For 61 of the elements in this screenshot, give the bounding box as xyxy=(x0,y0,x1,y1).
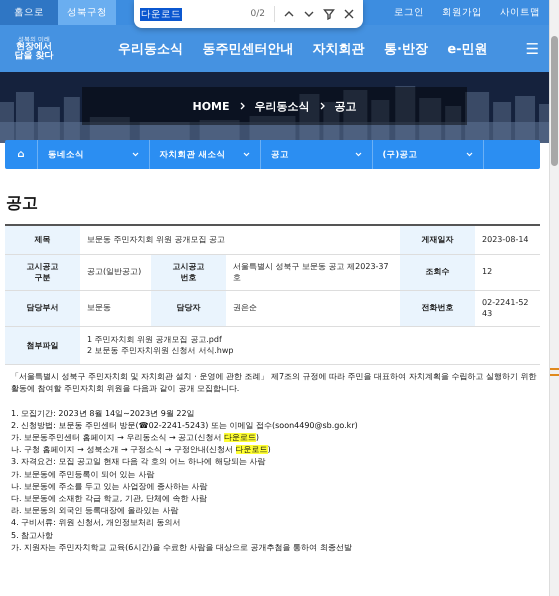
close-icon[interactable] xyxy=(343,8,355,20)
top-tab[interactable]: 성북구청 xyxy=(58,0,116,25)
notice-text: 나. 구청 홈페이지 → 성북소개 → 구정소식 → 구정안내(신청서 다운로드) xyxy=(11,444,272,456)
notice-text: 「서울특별시 성북구 주민자치회 및 자치회관 설치 · 운영에 관한 조례」 제7조의 규정에 따라 주민을 대표하여 자치계획을 수립하고 실행하기 위한 활동에 참여할 주민자치회 위원을 다음과 같이 공개 모집합니다. xyxy=(11,371,538,396)
field-label: 첨부파일 xyxy=(5,326,80,365)
page-title: 공고 xyxy=(6,193,39,214)
match-count: 0/2 xyxy=(246,6,275,22)
notice-text: 가. 보문동에 주민등록이 되어 있는 사람 xyxy=(11,468,156,481)
nav-item[interactable]: 동주민센터안내 xyxy=(202,40,294,58)
logo-text: 현장에서 xyxy=(16,42,52,52)
scrollbar[interactable] xyxy=(549,0,559,596)
logo-text: 답을 찾다 xyxy=(14,52,54,60)
chevron-icon xyxy=(320,102,325,110)
field-label: 게재일자 xyxy=(400,226,476,254)
caret-icon xyxy=(354,152,362,157)
field-label: 제목 xyxy=(5,226,80,254)
file-link[interactable]: 2 보문동 주민자치위원 신청서 서식.hwp xyxy=(87,346,234,356)
field-label: 조회수 xyxy=(400,254,476,290)
scrollbar-thumb[interactable] xyxy=(551,36,558,166)
dropdown-menu[interactable]: 자치회관 새소식 xyxy=(150,140,261,169)
chevron-icon xyxy=(240,102,245,110)
filter-icon[interactable] xyxy=(323,8,335,20)
notice-text: 5. 참고사항 xyxy=(11,530,54,542)
file-link[interactable]: 1 주민자치회 위원 공개모집 공고.pdf xyxy=(87,334,222,344)
notice-text: 라. 보문동의 외국인 등록대장에 올라있는 사람 xyxy=(11,505,180,518)
notice-text: 4. 구비서류: 위원 신청서, 개인정보처리 동의서 xyxy=(11,517,182,530)
field-value: 02-2241-5243 xyxy=(475,290,540,326)
caret-icon xyxy=(132,152,138,157)
nav-item[interactable]: 통·반장 xyxy=(384,40,428,58)
breadcrumb-link[interactable]: 공고 xyxy=(334,98,357,114)
field-label: 담당부서 xyxy=(5,290,80,326)
notice-text: 가. 지원자는 주민자치학교 교육(6시간)을 수료한 사람을 대상으로 공개추첨을 통하여 최종선발 xyxy=(11,542,353,554)
top-link[interactable]: 로그인 xyxy=(385,0,433,25)
notice-text: 3. 자격요건: 모집 공고일 현재 다음 각 호의 어느 하나에 해당되는 사람 xyxy=(11,456,266,468)
field-value: 2023-08-14 xyxy=(475,226,540,254)
top-link[interactable]: 사이트맵 xyxy=(491,0,549,25)
notice-text: 나. 보문동에 주소를 두고 있는 사업장에 종사하는 사람 xyxy=(11,480,208,493)
field-label: 고시공고 구분 xyxy=(5,254,80,290)
nav-item[interactable]: 우리동소식 xyxy=(118,40,183,58)
field-value: 12 xyxy=(475,254,540,290)
top-tab[interactable]: 홈으로 xyxy=(0,0,58,25)
notice-text: 다. 보문동에 소재한 각급 학교, 기관, 단체에 속한 사람 xyxy=(11,493,208,506)
notice-text: 2. 신청방법: 보문동 주민센터 방문(☎02-2241-5243) 또는 이메일 접수(soon4490@sb.go.kr) xyxy=(11,420,359,432)
notice-text: 1. 모집기간: 2023년 8월 14일~2023년 9월 22일 xyxy=(11,408,196,420)
nav-item[interactable]: e-민원 xyxy=(447,40,488,58)
find-field[interactable]: 다운로드 xyxy=(134,0,247,28)
field-label: 전화번호 xyxy=(400,290,476,326)
breadcrumb-link[interactable]: 우리동소식 xyxy=(254,98,310,114)
field-label: 고시공고 번호 xyxy=(151,254,226,290)
nav-item[interactable]: 자치회관 xyxy=(312,40,365,58)
caret-icon xyxy=(466,152,473,157)
dropdown-menu[interactable]: 공고 xyxy=(261,140,372,169)
dropdown-menu[interactable]: (구)공고 xyxy=(372,140,484,169)
field-label: 담당자 xyxy=(151,290,226,326)
top-link[interactable]: 회원가입 xyxy=(433,0,491,25)
menu-icon[interactable]: ☰ xyxy=(526,40,539,58)
breadcrumb-link[interactable]: HOME xyxy=(192,100,230,112)
dropdown-menu[interactable]: 동네소식 xyxy=(38,140,150,169)
notice-text: 가. 보문동주민센터 홈페이지 → 우리동소식 → 공고(신청서 다운로드) xyxy=(11,432,260,444)
field-value: 보문동 주민자치회 위원 공개모집 공고 xyxy=(80,226,400,254)
caret-icon xyxy=(243,152,250,157)
